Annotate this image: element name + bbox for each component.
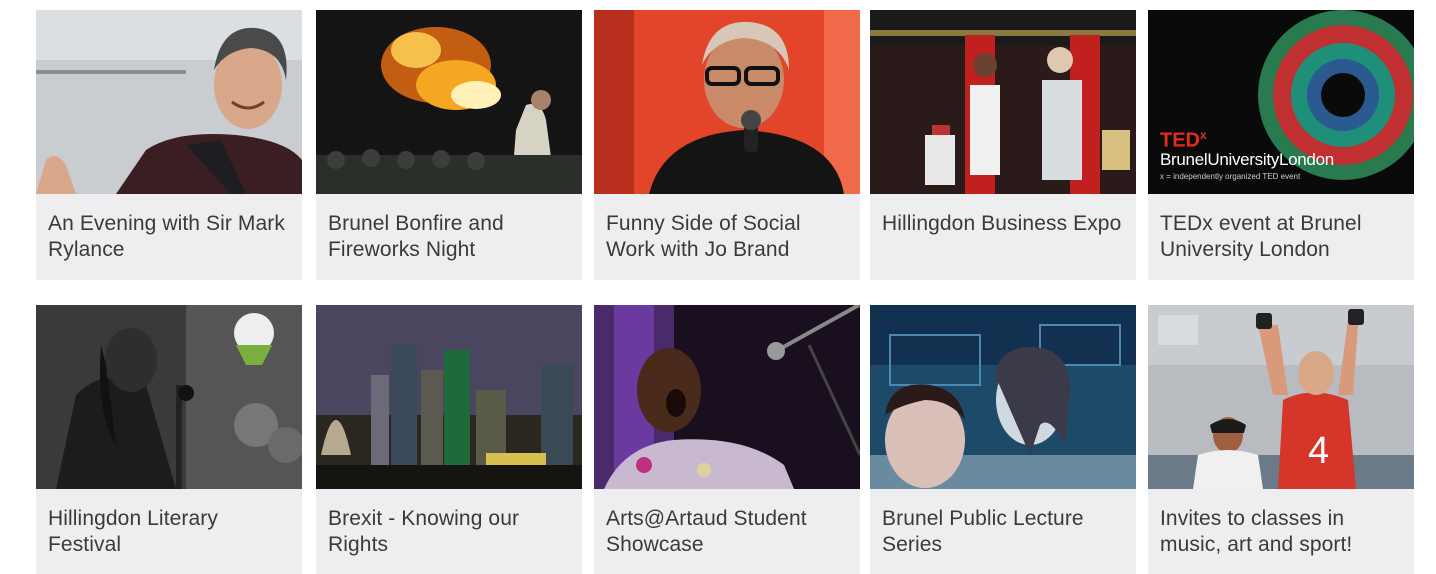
tedx-brand: BrunelUniversityLondon xyxy=(1160,150,1334,169)
tedx-logo: TEDx xyxy=(1160,128,1207,152)
event-title: Brexit - Knowing our Rights xyxy=(328,507,520,556)
event-photo-literary-festival xyxy=(36,305,302,489)
event-title: Hillingdon Business Expo xyxy=(882,212,1122,235)
event-title: Hillingdon Literary Festival xyxy=(48,507,218,556)
event-photo-business-expo xyxy=(870,10,1136,194)
event-card-jo-brand[interactable]: Funny Side of Social Work with Jo Brand xyxy=(594,10,860,280)
event-card-arts-artaud[interactable]: Arts@Artaud Student Showcase xyxy=(594,305,860,574)
event-card-mark-rylance[interactable]: An Evening with Sir Mark Rylance xyxy=(36,10,302,280)
event-photo-jo-brand xyxy=(594,10,860,194)
event-photo-brexit xyxy=(316,305,582,489)
event-card-classes[interactable]: 4 Invites to classes in music, art and s… xyxy=(1148,305,1414,574)
event-title: Invites to classes in music, art and spo… xyxy=(1160,507,1353,556)
event-title: Arts@Artaud Student Showcase xyxy=(606,507,807,556)
event-title: An Evening with Sir Mark Rylance xyxy=(48,212,285,261)
event-photo-classes: 4 xyxy=(1148,305,1414,489)
event-title: Brunel Public Lecture Series xyxy=(882,507,1084,556)
event-card-brexit[interactable]: Brexit - Knowing our Rights xyxy=(316,305,582,574)
event-title: Brunel Bonfire and Fireworks Night xyxy=(328,212,504,261)
event-photo-tedx: TEDx BrunelUniversityLondon x = independ… xyxy=(1148,10,1414,194)
event-card-public-lecture[interactable]: Brunel Public Lecture Series xyxy=(870,305,1136,574)
event-title: TEDx event at Brunel University London xyxy=(1160,212,1362,261)
event-photo-bonfire xyxy=(316,10,582,194)
event-card-literary-festival[interactable]: Hillingdon Literary Festival xyxy=(36,305,302,574)
event-card-bonfire[interactable]: Brunel Bonfire and Fireworks Night xyxy=(316,10,582,280)
event-photo-mark-rylance xyxy=(36,10,302,194)
event-title: Funny Side of Social Work with Jo Brand xyxy=(606,212,801,261)
event-card-business-expo[interactable]: Hillingdon Business Expo xyxy=(870,10,1136,280)
event-card-tedx[interactable]: TEDx BrunelUniversityLondon x = independ… xyxy=(1148,10,1414,280)
event-photo-public-lecture xyxy=(870,305,1136,489)
tedx-tagline: x = independently organized TED event xyxy=(1160,172,1301,181)
shirt-number: 4 xyxy=(1308,430,1329,472)
event-photo-arts-artaud xyxy=(594,305,860,489)
